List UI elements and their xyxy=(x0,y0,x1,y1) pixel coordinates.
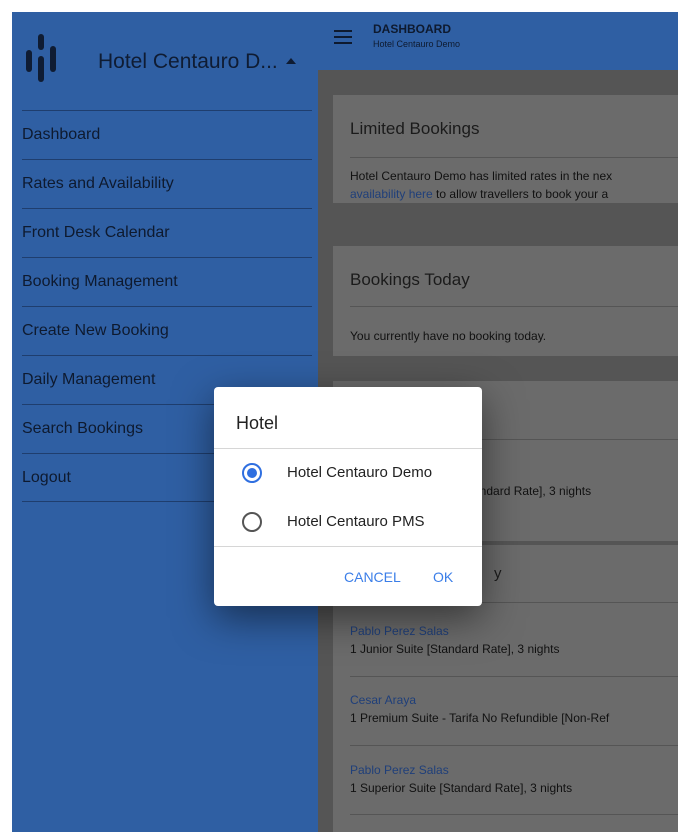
page-title: DASHBOARD xyxy=(373,22,451,36)
card-divider xyxy=(350,745,678,746)
card-divider xyxy=(350,306,678,307)
sidebar-item-rates-availability[interactable]: Rates and Availability xyxy=(22,159,312,208)
sidebar-item-booking-management[interactable]: Booking Management xyxy=(22,257,312,306)
hotel-select-dialog: Hotel Hotel Centauro Demo Hotel Centauro… xyxy=(214,387,482,606)
booking-guest-link[interactable]: Pablo Perez Salas xyxy=(350,624,449,638)
dialog-title: Hotel xyxy=(236,413,279,433)
limited-bookings-text: Hotel Centauro Demo has limited rates in… xyxy=(350,169,613,183)
option-label: Hotel Centauro Demo xyxy=(287,464,433,481)
dialog-divider xyxy=(214,546,482,547)
option-hotel-centauro-pms[interactable]: Hotel Centauro PMS xyxy=(214,502,482,542)
option-label: Hotel Centauro PMS xyxy=(287,513,425,530)
booking-detail: andard Rate], 3 nights xyxy=(473,484,592,498)
booking-guest-link[interactable]: Cesar Araya xyxy=(350,693,416,707)
upcoming-bookings-title: y xyxy=(494,565,502,582)
booking-detail: 1 Junior Suite [Standard Rate], 3 nights xyxy=(350,642,560,656)
cancel-button[interactable]: CANCEL xyxy=(344,569,401,585)
sidebar-item-create-new-booking[interactable]: Create New Booking xyxy=(22,306,312,355)
option-hotel-centauro-demo[interactable]: Hotel Centauro Demo xyxy=(214,453,482,493)
bookings-today-card: Bookings Today You currently have no boo… xyxy=(333,246,678,356)
sidebar-header[interactable]: Hotel Centauro D... xyxy=(12,12,318,102)
ok-button[interactable]: OK xyxy=(433,569,453,585)
booking-guest-link[interactable]: Pablo Perez Salas xyxy=(350,763,449,777)
limited-bookings-text-line2: availability here to allow travellers to… xyxy=(350,187,609,201)
app-root: Hotel Centauro D... Dashboard Rates and … xyxy=(0,0,678,836)
limited-bookings-title: Limited Bookings xyxy=(350,119,480,138)
app-bar: DASHBOARD Hotel Centauro Demo xyxy=(318,12,678,70)
sidebar-item-front-desk-calendar[interactable]: Front Desk Calendar xyxy=(22,208,312,257)
dialog-divider xyxy=(214,448,482,449)
sidebar-item-dashboard[interactable]: Dashboard xyxy=(22,110,312,159)
card-divider xyxy=(350,157,678,158)
caret-up-icon[interactable] xyxy=(286,58,296,64)
card-divider xyxy=(350,814,678,815)
card-divider xyxy=(350,676,678,677)
bookings-today-title: Bookings Today xyxy=(350,270,470,289)
booking-detail: 1 Premium Suite - Tarifa No Refundible [… xyxy=(350,711,610,725)
page-subtitle: Hotel Centauro Demo xyxy=(373,39,461,49)
hotel-selector-label[interactable]: Hotel Centauro D... xyxy=(98,50,278,74)
hamburger-menu-icon[interactable] xyxy=(334,30,352,44)
radio-unchecked-icon[interactable] xyxy=(242,512,262,532)
bookings-today-text: You currently have no booking today. xyxy=(350,329,547,343)
booking-detail: 1 Superior Suite [Standard Rate], 3 nigh… xyxy=(350,781,573,795)
limited-bookings-card: Limited Bookings Hotel Centauro Demo has… xyxy=(333,95,678,203)
radio-checked-icon[interactable] xyxy=(242,463,262,483)
availability-link[interactable]: availability here xyxy=(350,187,433,201)
brand-logo-icon xyxy=(26,34,56,82)
